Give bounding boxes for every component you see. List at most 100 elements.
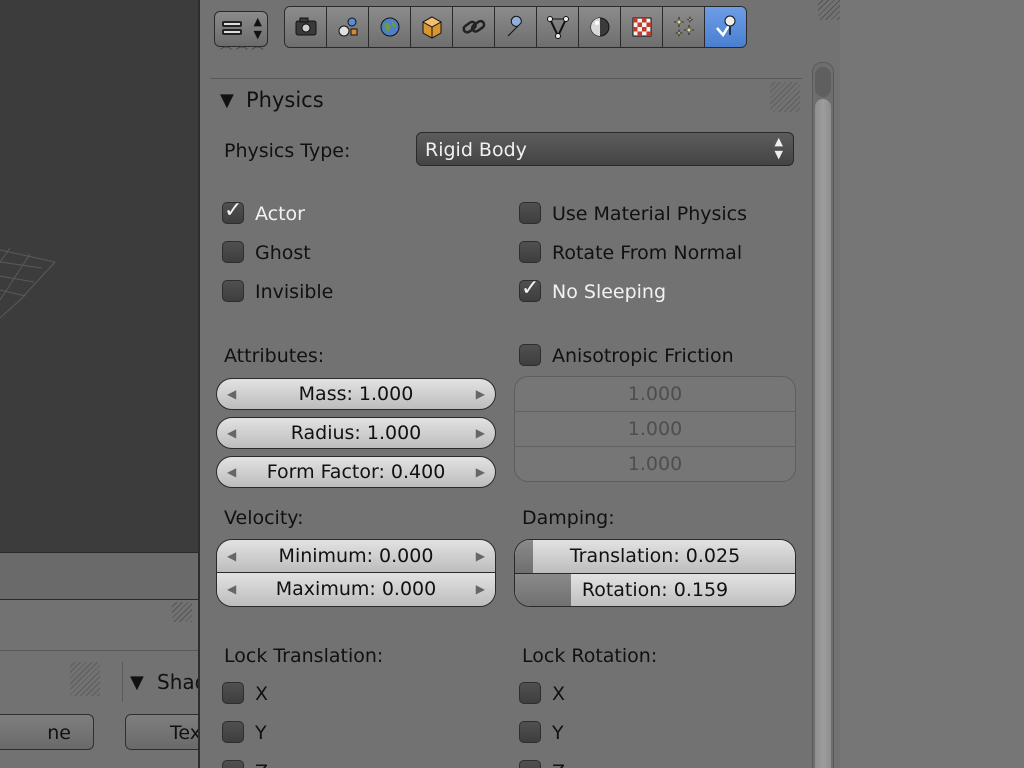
decrement-arrow-icon[interactable]: ◀: [227, 540, 236, 572]
velocity-minimum-value: Minimum: 0.000: [278, 545, 434, 567]
panel-resize-corner[interactable]: [172, 602, 192, 622]
velocity-maximum-field[interactable]: ◀ Maximum: 0.000 ▶: [217, 573, 495, 606]
tab-material[interactable]: [579, 7, 621, 47]
scrollbar-thumb[interactable]: [815, 99, 831, 768]
lock-translation-label: Lock Translation:: [224, 645, 384, 667]
editor-type-button[interactable]: ▲ ▼: [214, 11, 268, 47]
collapse-triangle-icon[interactable]: ▼: [130, 672, 144, 693]
ghost-checkbox[interactable]: [222, 241, 244, 263]
damping-translation-value: Translation: 0.025: [569, 545, 741, 567]
damping-rotation-slider[interactable]: Rotation: 0.159: [515, 574, 795, 606]
decrement-arrow-icon[interactable]: ◀: [227, 573, 236, 605]
increment-arrow-icon[interactable]: ▶: [476, 457, 485, 487]
tab-particles[interactable]: [663, 7, 705, 47]
updown-arrows-icon: ▲ ▼: [253, 15, 262, 41]
wrench-icon: [507, 15, 522, 37]
lock-translation-x-checkbox[interactable]: [222, 682, 244, 704]
rotate-from-normal-checkbox[interactable]: [519, 241, 541, 263]
physics-type-label: Physics Type:: [224, 140, 351, 162]
panel-drag-corner[interactable]: [70, 662, 100, 696]
velocity-label: Velocity:: [224, 507, 304, 529]
tab-scene[interactable]: [327, 7, 369, 47]
actor-label: Actor: [255, 203, 305, 225]
lock-translation-z-label: Z: [255, 761, 268, 768]
velocity-fields: ◀ Minimum: 0.000 ▶ ◀ Maximum: 0.000 ▶: [216, 539, 496, 607]
scene-icon: [338, 17, 357, 37]
lock-rotation-z-label: Z: [552, 761, 565, 768]
anisotropic-z-field: 1.000: [515, 447, 795, 481]
lock-rotation-z-checkbox[interactable]: [519, 760, 541, 768]
damping-translation-slider[interactable]: Translation: 0.025: [515, 540, 795, 574]
physics-type-select[interactable]: Rigid Body ▲ ▼: [416, 132, 794, 166]
rotate-from-normal-label: Rotate From Normal: [552, 242, 743, 264]
tab-render[interactable]: [285, 7, 327, 47]
no-sleeping-checkbox[interactable]: ✓: [519, 276, 541, 302]
actor-checkbox[interactable]: ✓: [222, 199, 244, 224]
tab-object-data[interactable]: [537, 7, 579, 47]
physics-icon: [715, 15, 735, 38]
3d-viewport[interactable]: [0, 0, 198, 552]
properties-editor-icon: [222, 21, 242, 35]
tab-physics[interactable]: [705, 7, 746, 47]
invisible-label: Invisible: [255, 281, 334, 303]
scrollbar-track-top: [815, 67, 831, 97]
damping-label: Damping:: [522, 507, 615, 529]
mass-field[interactable]: ◀ Mass: 1.000 ▶: [216, 378, 496, 410]
lock-rotation-x-checkbox[interactable]: [519, 682, 541, 704]
divider: [0, 650, 198, 651]
chain-link-icon: [461, 19, 485, 34]
material-sphere-icon: [590, 17, 609, 37]
anisotropic-x-field: 1.000: [515, 377, 795, 412]
damping-rotation-fill: [515, 574, 572, 606]
lock-translation-y-checkbox[interactable]: [222, 721, 244, 743]
attributes-label: Attributes:: [224, 345, 325, 367]
decrement-arrow-icon[interactable]: ◀: [227, 418, 236, 448]
tab-constraints[interactable]: [453, 7, 495, 47]
tab-modifiers[interactable]: [495, 7, 537, 47]
invisible-checkbox[interactable]: [222, 280, 244, 302]
lock-rotation-x-label: X: [552, 683, 566, 705]
shading-left-button-label: ne: [47, 722, 71, 744]
checkmark-icon: ✓: [521, 276, 540, 301]
collapse-triangle-icon[interactable]: ▼: [220, 90, 234, 111]
particles-icon: [673, 15, 694, 38]
damping-translation-fill: [515, 540, 533, 573]
increment-arrow-icon[interactable]: ▶: [476, 418, 485, 448]
form-factor-field[interactable]: ◀ Form Factor: 0.400 ▶: [216, 456, 496, 488]
vertex-icon: [546, 16, 569, 39]
lock-rotation-y-checkbox[interactable]: [519, 721, 541, 743]
damping-rotation-value: Rotation: 0.159: [581, 579, 729, 601]
lock-translation-x-label: X: [255, 683, 269, 705]
damping-fields: Translation: 0.025 Rotation: 0.159: [514, 539, 796, 607]
increment-arrow-icon[interactable]: ▶: [476, 379, 485, 409]
velocity-minimum-field[interactable]: ◀ Minimum: 0.000 ▶: [217, 540, 495, 573]
radius-value: Radius: 1.000: [290, 422, 422, 444]
camera-icon: [295, 17, 316, 36]
toolbar-resize-corner[interactable]: [818, 0, 840, 20]
radius-field[interactable]: ◀ Radius: 1.000 ▶: [216, 417, 496, 449]
checker-texture-icon: [632, 17, 651, 37]
ghost-label: Ghost: [255, 242, 311, 264]
decrement-arrow-icon[interactable]: ◀: [227, 379, 236, 409]
anisotropic-friction-checkbox[interactable]: [519, 344, 541, 366]
panel-drag-corner[interactable]: [770, 82, 800, 112]
use-material-physics-checkbox[interactable]: [519, 202, 541, 224]
shading-left-button[interactable]: ne: [0, 714, 94, 750]
anisotropic-y-value: 1.000: [627, 418, 683, 440]
lock-rotation-label: Lock Rotation:: [522, 645, 658, 667]
scrollbar[interactable]: [812, 62, 834, 768]
viewport-header: [0, 552, 198, 601]
context-tabs: [284, 6, 747, 48]
tab-texture[interactable]: [621, 7, 663, 47]
increment-arrow-icon[interactable]: ▶: [476, 573, 485, 605]
physics-panel-header[interactable]: Physics: [246, 88, 324, 112]
cube-icon: [421, 16, 442, 39]
lock-rotation-y-label: Y: [552, 722, 564, 744]
tab-object[interactable]: [411, 7, 453, 47]
lock-translation-z-checkbox[interactable]: [222, 760, 244, 768]
anisotropic-friction-label: Anisotropic Friction: [552, 345, 734, 367]
increment-arrow-icon[interactable]: ▶: [476, 540, 485, 572]
tab-world[interactable]: [369, 7, 411, 47]
decrement-arrow-icon[interactable]: ◀: [227, 457, 236, 487]
anisotropic-friction-fields: 1.000 1.000 1.000: [514, 376, 796, 482]
